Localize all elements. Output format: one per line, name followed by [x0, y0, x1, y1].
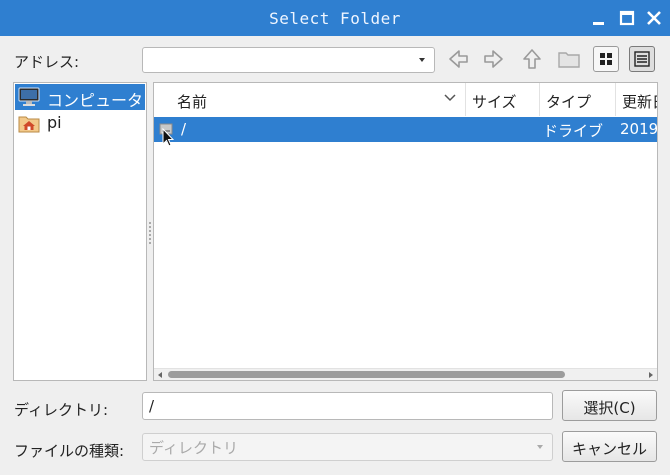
- select-button[interactable]: 選択(C): [562, 390, 657, 421]
- column-name-label: 名前: [177, 93, 208, 111]
- file-name: /: [181, 120, 187, 138]
- places-item-label: pi: [47, 113, 62, 132]
- file-list[interactable]: 名前 サイズ タイプ 更新日 /: [153, 82, 658, 381]
- close-icon[interactable]: [645, 9, 663, 27]
- column-header: 名前 サイズ タイプ 更新日: [154, 83, 657, 116]
- places-sidebar: コンピュータ pi: [13, 82, 147, 381]
- address-label: アドレス:: [14, 53, 80, 71]
- new-folder-icon[interactable]: [556, 46, 582, 72]
- column-type-label: タイプ: [546, 93, 592, 111]
- filetype-value: ディレクトリ: [149, 439, 238, 457]
- window-title: Select Folder: [269, 9, 401, 28]
- mouse-cursor-icon: [162, 128, 174, 147]
- places-item-pi[interactable]: pi: [15, 110, 145, 136]
- dialog-body: アドレス: コンピュータ pi 名前 サイズ タイプ 更新 / ドライブ 201…: [0, 36, 670, 475]
- cancel-button[interactable]: キャンセル: [562, 431, 657, 462]
- computer-icon: [18, 87, 40, 106]
- cancel-button-label: キャンセル: [571, 440, 647, 458]
- back-arrow-icon[interactable]: [445, 46, 471, 72]
- directory-field[interactable]: [142, 392, 553, 420]
- table-row[interactable]: / ドライブ 2019: [154, 117, 658, 147]
- column-size-label: サイズ: [472, 93, 517, 111]
- select-button-label: 選択(C): [583, 399, 636, 417]
- column-type[interactable]: タイプ: [540, 83, 616, 116]
- maximize-icon[interactable]: [618, 9, 636, 27]
- up-arrow-icon[interactable]: [519, 46, 545, 72]
- file-modified: 2019: [620, 120, 658, 138]
- minimize-icon[interactable]: [590, 9, 608, 27]
- detail-view-button[interactable]: [629, 46, 655, 72]
- column-modified[interactable]: 更新日: [616, 83, 657, 116]
- column-name[interactable]: 名前: [154, 83, 466, 116]
- pane-splitter[interactable]: [149, 222, 151, 244]
- horizontal-scrollbar[interactable]: [154, 368, 657, 380]
- file-type: ドライブ: [543, 122, 604, 140]
- scroll-right-icon[interactable]: [649, 372, 653, 378]
- scroll-left-icon[interactable]: [158, 372, 162, 378]
- scrollbar-thumb[interactable]: [168, 371, 565, 378]
- grid-icon: [600, 53, 612, 65]
- list-icon: [634, 51, 650, 67]
- icon-view-button[interactable]: [593, 46, 619, 72]
- sort-chevron-icon: [444, 94, 456, 102]
- column-size[interactable]: サイズ: [466, 83, 540, 116]
- column-modified-label: 更新日: [622, 93, 657, 111]
- title-bar: Select Folder: [0, 0, 670, 36]
- chevron-down-icon: [419, 58, 425, 62]
- directory-label: ディレクトリ:: [14, 401, 109, 419]
- forward-arrow-icon[interactable]: [481, 46, 507, 72]
- home-folder-icon: [18, 116, 40, 133]
- places-item-computer[interactable]: コンピュータ: [15, 84, 145, 110]
- address-combo[interactable]: [142, 47, 435, 73]
- filetype-label: ファイルの種類:: [14, 442, 125, 460]
- places-item-label: コンピュータ: [47, 91, 144, 110]
- chevron-down-icon: [537, 445, 543, 449]
- filetype-combo: ディレクトリ: [142, 433, 553, 461]
